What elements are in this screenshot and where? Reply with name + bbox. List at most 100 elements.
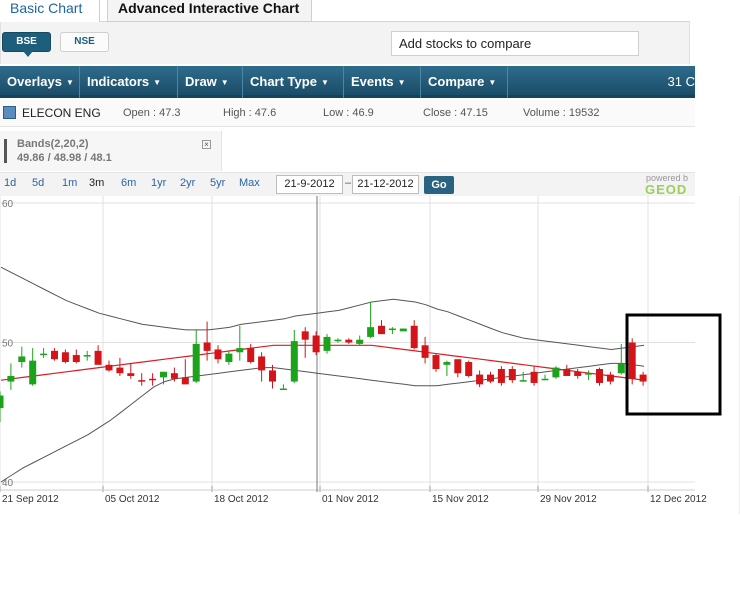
- range-1d[interactable]: 1d: [4, 177, 16, 189]
- bands-color-bar: [4, 139, 7, 163]
- compare-menu[interactable]: Compare ▼: [421, 66, 508, 98]
- candle-down: [51, 348, 58, 361]
- overlays-label: Overlays: [7, 74, 62, 89]
- chevron-down-icon: ▼: [397, 78, 406, 87]
- chevron-down-icon: ▼: [320, 78, 329, 87]
- candle-down: [497, 366, 505, 386]
- draw-menu[interactable]: Draw ▼: [178, 66, 243, 98]
- go-button[interactable]: Go: [424, 176, 454, 194]
- candle-body: [334, 339, 342, 342]
- candle-up: [0, 391, 4, 423]
- date-separator: –: [345, 177, 352, 189]
- candle-down: [149, 373, 157, 386]
- candle-down: [72, 349, 80, 364]
- candle-body: [530, 371, 538, 383]
- candle-body: [345, 339, 353, 343]
- indicators-menu[interactable]: Indicators ▼: [80, 66, 178, 98]
- candle-up: [7, 363, 15, 390]
- candle-down: [214, 345, 222, 364]
- range-6m[interactable]: 6m: [121, 177, 136, 189]
- candle-body: [258, 356, 266, 371]
- candle-body: [138, 380, 146, 382]
- price-chart[interactable]: 60 50 40 21 Sep 2012 05 Oct 2012 18 Oct 2012 0…: [0, 196, 740, 514]
- candle-body: [399, 328, 407, 332]
- candle-body: [225, 353, 233, 363]
- candle-body: [443, 362, 451, 365]
- toolbar-date: 31 C: [667, 74, 695, 89]
- candle-down: [94, 345, 102, 365]
- candle-body: [170, 373, 178, 379]
- candle-down: [465, 360, 473, 378]
- volume-value: Volume : 19532: [523, 107, 600, 119]
- chevron-down-icon: ▼: [65, 78, 74, 87]
- candle-up: [192, 329, 200, 383]
- candle-up: [29, 348, 37, 386]
- range-bar: 1d 5d 1m 3m 6m 1yr 2yr 5yr Max 21-9-2012…: [0, 172, 695, 197]
- candle-body: [497, 369, 505, 383]
- candle-up: [367, 302, 375, 339]
- to-date-input[interactable]: 21-12-2012: [352, 175, 419, 194]
- candle-body: [356, 339, 364, 344]
- exchange-bar: BSE NSE Add stocks to compare: [0, 22, 690, 64]
- candle-down: [269, 364, 276, 389]
- candle-body: [40, 353, 48, 356]
- stock-name: ELECON ENG: [22, 106, 101, 120]
- x-tick-label: 01 Nov 2012: [322, 494, 379, 505]
- compare-stocks-input[interactable]: Add stocks to compare: [391, 31, 639, 56]
- candle-down: [345, 338, 353, 344]
- candle-body: [181, 377, 189, 385]
- indicators-label: Indicators: [87, 74, 150, 89]
- candle-body: [203, 342, 211, 351]
- candle-up: [290, 329, 298, 383]
- candle-body: [606, 374, 614, 382]
- candle-body: [410, 325, 418, 349]
- candle-down: [105, 360, 113, 372]
- candle-body: [574, 371, 582, 376]
- ohlc-info-row: ELECON ENG Open : 47.3 High : 47.6 Low :…: [0, 100, 695, 127]
- chart-type-menu[interactable]: Chart Type ▼: [243, 66, 344, 98]
- candle-body: [214, 349, 222, 360]
- highlight-box: [625, 313, 722, 416]
- candle-down: [312, 331, 320, 356]
- events-label: Events: [351, 74, 394, 89]
- candle-body: [323, 336, 331, 351]
- upper-band-line: [0, 266, 645, 351]
- from-date-input[interactable]: 21-9-2012: [276, 175, 343, 194]
- candle-body: [269, 370, 276, 382]
- candle-body: [628, 342, 636, 379]
- candle-down: [61, 349, 69, 364]
- candle-down: [454, 359, 462, 378]
- range-max[interactable]: Max: [239, 177, 260, 189]
- range-3m[interactable]: 3m: [89, 177, 104, 189]
- candle-up: [356, 335, 364, 346]
- tab-advanced-chart[interactable]: Advanced Interactive Chart: [107, 0, 312, 22]
- overlays-menu[interactable]: Overlays ▼: [0, 66, 80, 98]
- events-menu[interactable]: Events ▼: [344, 66, 421, 98]
- tab-basic-chart[interactable]: Basic Chart: [0, 0, 100, 22]
- candle-down: [476, 370, 484, 388]
- close-icon[interactable]: ×: [202, 140, 211, 149]
- candle-down: [181, 359, 189, 385]
- chevron-down-icon: ▼: [153, 78, 162, 87]
- range-5d[interactable]: 5d: [32, 177, 44, 189]
- range-1yr[interactable]: 1yr: [151, 177, 166, 189]
- candle-body: [61, 352, 69, 363]
- candle-body: [454, 359, 462, 374]
- candle-body: [519, 380, 527, 382]
- chevron-down-icon: ▼: [488, 78, 497, 87]
- candle-body: [301, 331, 309, 340]
- candle-body: [116, 367, 124, 374]
- range-1m[interactable]: 1m: [62, 177, 77, 189]
- brand-logo: GEOD: [645, 182, 688, 197]
- x-tick-label: 29 Nov 2012: [540, 494, 597, 505]
- y-tick-label: 50: [2, 339, 14, 350]
- candle-up: [399, 328, 407, 332]
- range-2yr[interactable]: 2yr: [180, 177, 195, 189]
- chart-tabs: Basic Chart Advanced Interactive Chart: [0, 0, 690, 22]
- range-5yr[interactable]: 5yr: [210, 177, 225, 189]
- bse-button[interactable]: BSE: [2, 32, 51, 57]
- candle-up: [160, 371, 167, 385]
- nse-button[interactable]: NSE: [60, 32, 109, 52]
- low-value: Low : 46.9: [323, 107, 374, 119]
- x-tick-label: 12 Dec 2012: [650, 494, 707, 505]
